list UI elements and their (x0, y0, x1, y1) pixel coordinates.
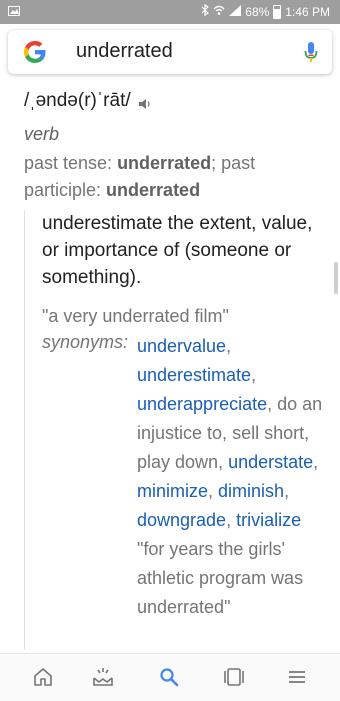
past-tense-form: underrated (117, 153, 212, 173)
menu-icon[interactable] (286, 666, 308, 688)
synonym-separator: , (267, 394, 278, 414)
synonym-separator: , (226, 510, 237, 530)
synonym-separator: , (226, 336, 232, 356)
battery-icon (273, 4, 282, 19)
synonym-separator: , (218, 452, 229, 472)
signal-icon (229, 4, 242, 19)
gallery-notification-icon (8, 5, 20, 19)
speaker-icon[interactable] (138, 98, 152, 110)
verb-forms: past tense: underrated; past participle:… (24, 150, 324, 204)
mic-icon[interactable] (304, 41, 318, 63)
synonym-link[interactable]: downgrade (137, 510, 226, 530)
synonym-separator: , (284, 481, 290, 501)
battery-percent: 68% (245, 4, 270, 19)
synonym-separator: , (251, 365, 257, 385)
definition-text: underestimate the extent, value, or impo… (42, 213, 313, 288)
status-bar: 68% 1:46 PM (0, 0, 340, 24)
bluetooth-icon (201, 3, 210, 19)
synonym-link[interactable]: underappreciate (137, 394, 267, 414)
synonym-link[interactable]: trivialize (236, 510, 301, 530)
usage-example: "a very underrated film" (42, 306, 229, 326)
part-of-speech: verb (24, 124, 60, 144)
synonym-link[interactable]: understate (228, 452, 313, 472)
synonym-separator: , (304, 423, 310, 443)
tabs-icon[interactable] (223, 666, 245, 688)
google-logo-icon (24, 41, 46, 63)
synonym-text: play down (137, 452, 219, 472)
forms-label: past tense: (24, 153, 118, 173)
scrollbar-thumb[interactable] (334, 262, 338, 294)
home-icon[interactable] (32, 666, 54, 688)
synonyms-usage-example: "for years the girls' athletic program w… (137, 539, 304, 617)
updates-icon[interactable] (92, 666, 114, 688)
synonym-link[interactable]: diminish (218, 481, 284, 501)
search-bar[interactable]: underrated (8, 30, 332, 74)
synonym-text: sell short (232, 423, 305, 443)
synonym-separator: , (222, 423, 233, 443)
definition-divider (24, 210, 25, 650)
bottom-navigation (0, 653, 340, 701)
past-participle-form: underrated (106, 180, 201, 200)
synonyms-label: synonyms: (42, 332, 129, 352)
synonym-link[interactable]: minimize (137, 481, 208, 501)
phonetic-spelling: /ˌəndə(r)ˈrāt/ (24, 90, 131, 111)
wifi-icon (213, 5, 225, 19)
synonyms-list: undervalue, underestimate, underapprecia… (137, 332, 323, 622)
synonym-separator: , (208, 481, 219, 501)
status-indicators: 68% 1:46 PM (201, 3, 330, 19)
synonym-link[interactable]: undervalue (137, 336, 226, 356)
search-icon[interactable] (158, 666, 180, 688)
search-input[interactable]: underrated (76, 40, 173, 63)
clock: 1:46 PM (285, 4, 330, 19)
dictionary-card: /ˌəndə(r)ˈrāt/ verb past tense: underrat… (0, 74, 340, 652)
synonym-link[interactable]: underestimate (137, 365, 251, 385)
synonym-separator: , (313, 452, 319, 472)
